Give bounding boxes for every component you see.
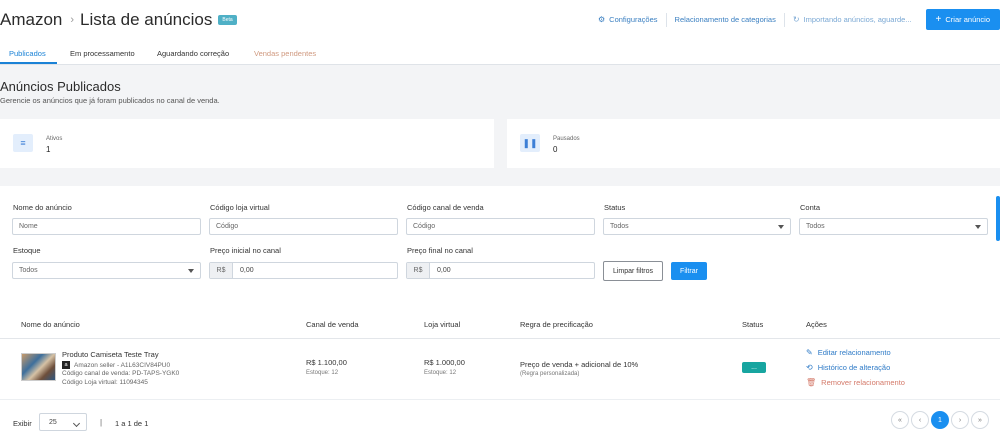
pause-icon: ❚❚ [520, 134, 540, 152]
results-range: 1 a 1 de 1 [115, 419, 149, 428]
tab-aguardando-correcao[interactable]: Aguardando correção [157, 49, 229, 58]
breadcrumb-separator-icon: › [70, 14, 75, 26]
tab-bar: Publicados Em processamento Aguardando c… [0, 42, 1000, 65]
page-1-button[interactable]: 1 [931, 411, 949, 429]
pricing-rule-note: (Regra personalizada) [520, 371, 580, 377]
product-name: Produto Camiseta Teste Tray [62, 350, 159, 359]
stat-card-ativos: ≡ Ativos 1 [0, 119, 494, 168]
loja-price: R$ 1.000,00 [424, 358, 465, 367]
column-header-canal: Canal de venda [306, 320, 359, 329]
active-tab-indicator [0, 62, 57, 64]
first-page-button[interactable]: « [891, 411, 909, 429]
remove-relationship-link[interactable]: 🗑 Remover relacionamento [806, 378, 905, 387]
settings-label: Configurações [609, 15, 658, 24]
filter-label-status: Status [604, 203, 626, 212]
next-page-button[interactable]: › [951, 411, 969, 429]
pricing-rule: Preço de venda + adicional de 10% [520, 360, 639, 369]
section-title: Anúncios Publicados [0, 79, 121, 94]
history-icon: ⟲ [806, 363, 813, 372]
codigo-loja-text: Código Loja virtual: 11094345 [62, 379, 148, 386]
tab-publicados[interactable]: Publicados [9, 49, 46, 58]
product-thumbnail [21, 353, 56, 381]
codigo-loja-input[interactable]: Código [209, 218, 398, 235]
settings-link[interactable]: ⚙ Configurações [590, 13, 666, 27]
change-history-label: Histórico de alteração [817, 363, 891, 372]
table-row-divider [0, 399, 1000, 400]
last-page-button[interactable]: » [971, 411, 989, 429]
seller-label: Amazon seller - A1L63CIV84PU0 [74, 361, 171, 369]
filter-label-conta: Conta [800, 203, 821, 212]
trash-icon: 🗑 [806, 378, 817, 387]
page-title: Lista de anúncios [80, 10, 213, 29]
page-heading: Amazon › Lista de anúncios Beta [0, 10, 237, 30]
section-subtitle: Gerencie os anúncios que já foram public… [0, 96, 220, 105]
filter-label-nome: Nome do anúncio [13, 203, 72, 212]
change-history-link[interactable]: ⟲ Histórico de alteração [806, 363, 890, 372]
edit-relationship-label: Editar relacionamento [817, 348, 891, 357]
clear-filters-button[interactable]: Limpar filtros [603, 261, 663, 281]
conta-select[interactable]: Todos [799, 218, 988, 235]
create-listing-label: Criar anúncio [945, 15, 990, 24]
currency-prefix: R$ [407, 263, 430, 278]
nome-input[interactable]: Nome [12, 218, 201, 235]
footer-separator: | [100, 418, 103, 427]
scroll-indicator[interactable] [996, 196, 1000, 241]
show-label: Exibir [13, 419, 32, 428]
column-header-acoes: Ações [806, 320, 827, 329]
status-badge[interactable]: ... [742, 362, 766, 373]
column-header-nome: Nome do anúncio [21, 320, 80, 329]
tab-vendas-pendentes[interactable]: Vendas pendentes [254, 49, 316, 58]
header-actions: ⚙ Configurações Relacionamento de catego… [590, 9, 1000, 30]
stat-value: 0 [553, 145, 558, 154]
column-header-status: Status [742, 320, 764, 329]
importing-status: ↻ Importando anúncios, aguarde... [783, 12, 920, 27]
breadcrumb-app[interactable]: Amazon [0, 10, 62, 30]
codigo-canal-text: Código canal de venda: PD-TAPS-YGK0 [62, 370, 180, 377]
categories-link[interactable]: Relacionamento de categorias [665, 12, 784, 27]
filter-label-preco-final: Preço final no canal [407, 246, 473, 255]
filter-label-preco-inicial: Preço inicial no canal [210, 246, 281, 255]
refresh-icon: ↻ [792, 15, 800, 24]
preco-inicial-value: 0,00 [240, 267, 254, 274]
preco-final-input[interactable]: R$ 0,00 [406, 262, 595, 279]
gear-icon: ⚙ [597, 15, 606, 24]
beta-badge: Beta [218, 15, 237, 25]
list-icon: ≡ [13, 134, 33, 152]
amazon-logo-icon: a [62, 361, 70, 369]
seller-info: a Amazon seller - A1L63CIV84PU0 [62, 361, 170, 369]
edit-icon: ✎ [806, 348, 813, 357]
column-header-loja: Loja virtual [424, 320, 461, 329]
codigo-canal-input[interactable]: Código [406, 218, 595, 235]
preco-final-value: 0,00 [437, 267, 451, 274]
canal-price: R$ 1.100,00 [306, 358, 347, 367]
edit-relationship-link[interactable]: ✎ Editar relacionamento [806, 348, 891, 357]
filter-button[interactable]: Filtrar [671, 262, 707, 280]
status-select[interactable]: Todos [603, 218, 791, 235]
table-header-divider [0, 338, 1000, 339]
stat-value: 1 [46, 145, 51, 154]
plus-icon: + [935, 14, 942, 25]
column-header-regra: Regra de precificação [520, 320, 593, 329]
preco-inicial-input[interactable]: R$ 0,00 [209, 262, 398, 279]
estoque-select[interactable]: Todos [12, 262, 201, 279]
top-bar: Amazon › Lista de anúncios Beta ⚙ Config… [0, 0, 1000, 42]
create-listing-button[interactable]: + Criar anúncio [925, 9, 1000, 30]
importing-label: Importando anúncios, aguarde... [803, 15, 912, 24]
prev-page-button[interactable]: ‹ [911, 411, 929, 429]
canal-stock: Estoque: 12 [306, 370, 339, 376]
filter-label-codigo-loja: Código loja virtual [210, 203, 270, 212]
remove-relationship-label: Remover relacionamento [821, 378, 905, 387]
stat-card-pausados: ❚❚ Pausados 0 [507, 119, 1000, 168]
categories-label: Relacionamento de categorias [674, 15, 776, 24]
stat-label: Ativos [46, 136, 63, 142]
filter-label-codigo-canal: Código canal de venda [407, 203, 484, 212]
filter-label-estoque: Estoque [13, 246, 41, 255]
tab-em-processamento[interactable]: Em processamento [70, 49, 135, 58]
per-page-select[interactable]: 25 [39, 413, 87, 431]
loja-stock: Estoque: 12 [424, 370, 457, 376]
currency-prefix: R$ [210, 263, 233, 278]
stat-label: Pausados [553, 136, 580, 142]
